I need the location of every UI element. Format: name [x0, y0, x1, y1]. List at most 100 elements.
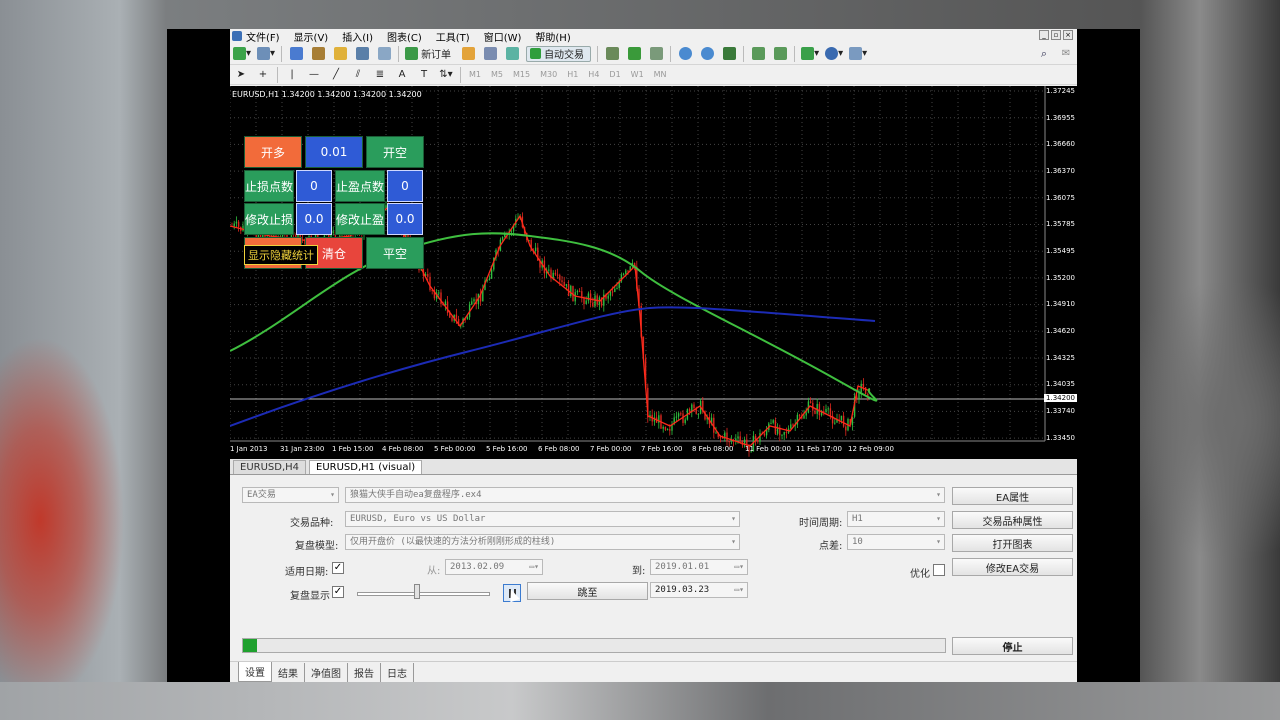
to-date-input[interactable]: 2019.01.01 ▭▾ — [650, 559, 748, 575]
time-tick: 7 Feb 16:00 — [641, 445, 683, 453]
timeframe-m1[interactable]: M1 — [469, 70, 481, 79]
open-buy-button[interactable]: 开多 — [244, 136, 302, 168]
menu-charts[interactable]: 图表(C) — [387, 29, 422, 44]
use-date-checkbox[interactable]: ✓ — [332, 562, 344, 574]
auto-scroll-button[interactable] — [750, 46, 766, 62]
menu-insert[interactable]: 插入(I) — [342, 29, 373, 44]
period-select[interactable]: H1 ▾ — [847, 511, 945, 527]
metaeditor-button[interactable] — [460, 46, 476, 62]
skip-to-button[interactable]: 跳至 — [527, 582, 648, 600]
menu-file[interactable]: 文件(F) — [246, 29, 280, 44]
menu-view[interactable]: 显示(V) — [294, 29, 329, 44]
timeframe-h4[interactable]: H4 — [588, 70, 599, 79]
tab-eurusd-h1-visual[interactable]: EURUSD,H1 (visual) — [309, 460, 423, 474]
candle-body — [842, 415, 845, 427]
menu-window[interactable]: 窗口(W) — [484, 29, 522, 44]
from-date-input[interactable]: 2013.02.09 ▭▾ — [445, 559, 543, 575]
open-sell-button[interactable]: 开空 — [366, 136, 424, 168]
time-tick: 7 Feb 00:00 — [590, 445, 632, 453]
candlestick-button[interactable] — [626, 46, 642, 62]
tile-windows-button[interactable] — [721, 46, 737, 62]
arrows-tool[interactable]: ⇅▾ — [438, 67, 454, 83]
timeframe-w1[interactable]: W1 — [631, 70, 644, 79]
text-label-tool[interactable]: T — [416, 67, 432, 83]
timeframe-m5[interactable]: M5 — [491, 70, 503, 79]
modify-take-profit-button[interactable]: 修改止盈 — [335, 203, 385, 235]
speed-slider-thumb[interactable] — [414, 584, 420, 599]
close-icon[interactable]: × — [1063, 30, 1073, 40]
spread-select[interactable]: 10 ▾ — [847, 534, 945, 550]
time-tick: 1 Feb 15:00 — [332, 445, 374, 453]
bar-chart-button[interactable] — [604, 46, 620, 62]
zoom-out-button[interactable] — [699, 46, 715, 62]
candle-body — [578, 291, 581, 293]
modify-expert-button[interactable]: 修改EA交易 — [952, 558, 1073, 576]
periods-button[interactable]: ▾ — [825, 46, 843, 62]
visual-mode-checkbox[interactable]: ✓ — [332, 586, 344, 598]
symbol-properties-button[interactable]: 交易品种属性 — [952, 511, 1073, 529]
minimize-icon[interactable]: _ — [1039, 30, 1049, 40]
tab-report[interactable]: 报告 — [348, 662, 381, 682]
timeframe-h1[interactable]: H1 — [567, 70, 578, 79]
signals-button[interactable] — [504, 46, 520, 62]
indicators-button[interactable]: ▾ — [801, 46, 819, 62]
take-profit-points-field[interactable]: 0 — [387, 170, 423, 202]
symbol-select[interactable]: EURUSD, Euro vs US Dollar ▾ — [345, 511, 740, 527]
horizontal-line-tool[interactable]: — — [306, 67, 322, 83]
data-window-button[interactable] — [310, 46, 326, 62]
timeframe-m15[interactable]: M15 — [513, 70, 530, 79]
zoom-in-button[interactable] — [677, 46, 693, 62]
vertical-line-tool[interactable]: | — [284, 67, 300, 83]
community-button[interactable]: ✉ — [1058, 46, 1074, 62]
toggle-stats-button[interactable]: 显示隐藏统计 — [244, 245, 318, 265]
tab-graph[interactable]: 净值图 — [305, 662, 348, 682]
profiles-button[interactable]: ▾ — [257, 46, 275, 62]
expert-select[interactable]: 狼猫大侠手自动ea复盘程序.ex4 ▾ — [345, 487, 945, 503]
tab-results[interactable]: 结果 — [272, 662, 305, 682]
account-button[interactable] — [482, 46, 498, 62]
auto-trading-button[interactable]: 自动交易 — [526, 45, 592, 62]
line-chart-button[interactable] — [648, 46, 664, 62]
speed-slider-track[interactable] — [357, 592, 490, 596]
timeframe-m30[interactable]: M30 — [540, 70, 557, 79]
fibonacci-tool[interactable]: ≣ — [372, 67, 388, 83]
modify-stop-loss-button[interactable]: 修改止损 — [244, 203, 294, 235]
navigator-button[interactable] — [332, 46, 348, 62]
stop-loss-points-field[interactable]: 0 — [296, 170, 332, 202]
mode-select[interactable]: EA交易 ▾ — [242, 487, 339, 503]
tab-journal[interactable]: 日志 — [381, 662, 414, 682]
trendline-tool[interactable]: ╱ — [328, 67, 344, 83]
tester-icon — [377, 47, 391, 60]
new-chart-button[interactable]: ▾ — [233, 46, 251, 62]
modify-take-profit-field[interactable]: 0.0 — [387, 203, 423, 235]
close-sell-button[interactable]: 平空 — [366, 237, 424, 269]
channel-tool[interactable]: ⫽ — [350, 67, 366, 83]
expert-properties-button[interactable]: EA属性 — [952, 487, 1073, 505]
chart-shift-button[interactable] — [772, 46, 788, 62]
modify-stop-loss-field[interactable]: 0.0 — [296, 203, 332, 235]
templates-button[interactable]: ▾ — [849, 46, 867, 62]
menu-tools[interactable]: 工具(T) — [436, 29, 470, 44]
tab-eurusd-h4[interactable]: EURUSD,H4 — [233, 460, 307, 474]
price-chart[interactable]: EURUSD,H1 1.34200 1.34200 1.34200 1.3420… — [230, 86, 1077, 459]
timeframe-mn[interactable]: MN — [654, 70, 667, 79]
skip-date-input[interactable]: 2019.03.23 ▭▾ — [650, 582, 748, 598]
market-watch-button[interactable] — [288, 46, 304, 62]
tester-button[interactable] — [376, 46, 392, 62]
menu-help[interactable]: 帮助(H) — [535, 29, 570, 44]
model-select[interactable]: 仅用开盘价 (以最快速的方法分析刚刚形成的柱线) ▾ — [345, 534, 740, 550]
cursor-tool[interactable]: ➤ — [233, 67, 249, 83]
stop-button[interactable]: 停止 — [952, 637, 1073, 655]
search-button[interactable]: ⌕ — [1036, 46, 1052, 62]
text-tool[interactable]: A — [394, 67, 410, 83]
crosshair-tool[interactable]: + — [255, 67, 271, 83]
new-order-button[interactable]: 新订单 — [405, 46, 454, 62]
restore-icon[interactable]: ▫ — [1051, 30, 1061, 40]
trendline-icon: ╱ — [332, 69, 340, 80]
timeframe-d1[interactable]: D1 — [609, 70, 620, 79]
open-chart-button[interactable]: 打开图表 — [952, 534, 1073, 552]
optimize-checkbox[interactable] — [933, 564, 945, 576]
tab-settings[interactable]: 设置 — [238, 662, 272, 682]
lot-size-field[interactable]: 0.01 — [305, 136, 363, 168]
terminal-button[interactable] — [354, 46, 370, 62]
